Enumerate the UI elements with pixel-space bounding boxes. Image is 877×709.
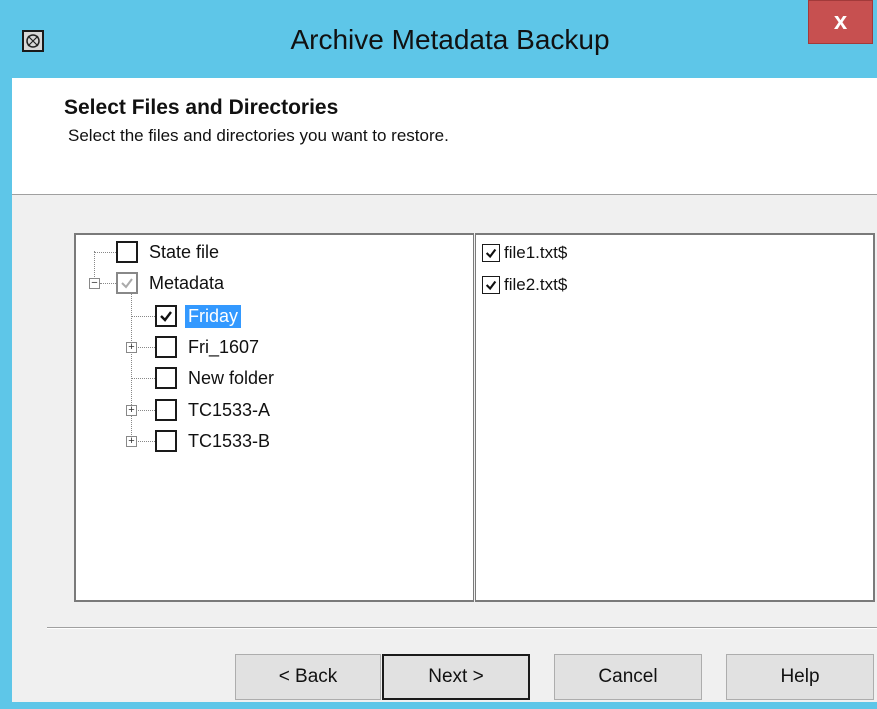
checkbox-checked[interactable]	[155, 305, 177, 327]
next-button[interactable]: Next >	[382, 654, 530, 700]
tree-item-new-folder[interactable]: New folder	[155, 364, 277, 392]
tree-line	[100, 283, 116, 284]
wizard-header: Select Files and Directories Select the …	[12, 78, 877, 195]
directory-tree[interactable]: − + + + State file Metadata Friday Fri_1…	[74, 233, 474, 602]
tree-line	[138, 410, 155, 411]
close-button[interactable]: x	[808, 0, 873, 44]
collapse-icon[interactable]: −	[89, 278, 100, 289]
file-label: file1.txt$	[504, 243, 568, 262]
list-item[interactable]: file2.txt$	[482, 271, 567, 299]
file-list[interactable]: file1.txt$ file2.txt$	[475, 233, 875, 602]
tree-item-tc1533-a[interactable]: TC1533-A	[155, 396, 273, 424]
checkbox-unchecked[interactable]	[155, 367, 177, 389]
tree-item-label: Fri_1607	[188, 336, 260, 357]
tree-item-label: TC1533-B	[188, 430, 271, 451]
window-title: Archive Metadata Backup	[290, 24, 610, 55]
expand-icon[interactable]: +	[126, 405, 137, 416]
checkbox-partial[interactable]	[116, 272, 138, 294]
close-icon: x	[833, 8, 848, 35]
tree-line	[138, 441, 155, 442]
expand-icon[interactable]: +	[126, 436, 137, 447]
expand-icon[interactable]: +	[126, 342, 137, 353]
page-subtitle: Select the files and directories you wan…	[68, 126, 449, 145]
tree-item-label: State file	[149, 241, 220, 262]
tree-item-label: TC1533-A	[188, 399, 271, 420]
tree-item-friday[interactable]: Friday	[155, 302, 242, 330]
tree-line	[131, 378, 155, 379]
title-bar: Archive Metadata Backup x	[0, 0, 877, 78]
tree-line	[94, 252, 116, 253]
wizard-window: Select Files and Directories Select the …	[12, 78, 877, 702]
tree-item-tc1533-b[interactable]: TC1533-B	[155, 427, 273, 455]
tree-item-state-file[interactable]: State file	[116, 238, 222, 266]
separator	[47, 627, 877, 629]
app-icon[interactable]	[22, 30, 44, 52]
tree-item-label: Metadata	[149, 272, 225, 293]
list-item[interactable]: file1.txt$	[482, 239, 567, 267]
tree-item-label: New folder	[188, 367, 275, 388]
checkbox-unchecked[interactable]	[116, 241, 138, 263]
help-button[interactable]: Help	[726, 654, 874, 700]
page-title: Select Files and Directories	[64, 96, 339, 119]
back-button[interactable]: < Back	[235, 654, 381, 700]
checkbox-unchecked[interactable]	[155, 336, 177, 358]
cancel-button[interactable]: Cancel	[554, 654, 702, 700]
checkbox-checked[interactable]	[482, 244, 500, 262]
tree-line	[138, 347, 155, 348]
tree-item-metadata[interactable]: Metadata	[116, 269, 227, 297]
checkbox-unchecked[interactable]	[155, 430, 177, 452]
checkbox-unchecked[interactable]	[155, 399, 177, 421]
tree-item-fri-1607[interactable]: Fri_1607	[155, 333, 262, 361]
file-label: file2.txt$	[504, 275, 568, 294]
tree-item-label: Friday	[185, 304, 242, 328]
checkbox-checked[interactable]	[482, 276, 500, 294]
tree-line	[131, 316, 155, 317]
